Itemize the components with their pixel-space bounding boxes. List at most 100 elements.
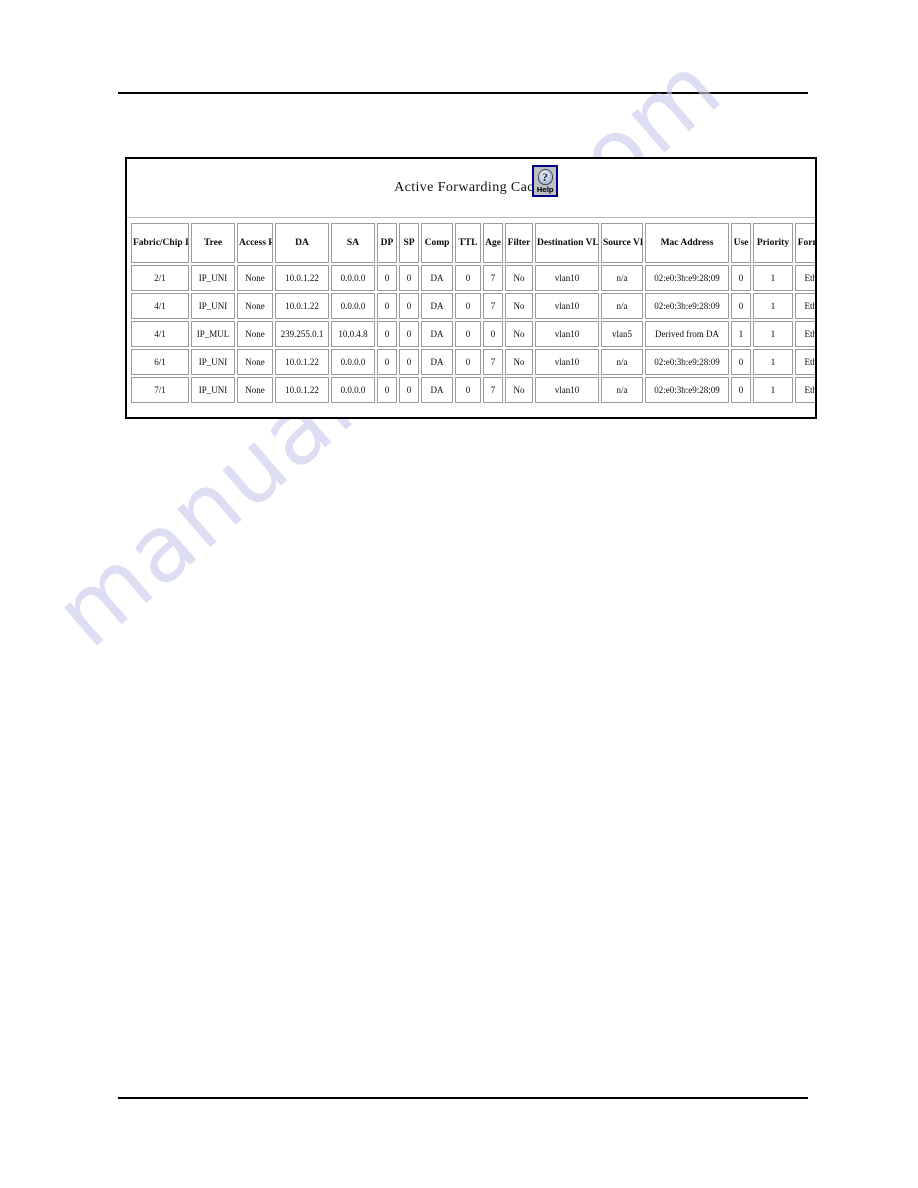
cell-mac-address: 02:e0:3b:e9:28:09 [645,349,729,375]
cell-fabric-chip-index: 6/1 [131,349,189,375]
cell-destination-vlan: vlan10 [535,377,599,403]
cell-da: 10.0.1.22 [275,377,329,403]
cell-dp: 0 [377,377,397,403]
cell-age: 7 [483,293,503,319]
cell-sa: 0.0.0.0 [331,349,375,375]
column-header-source-vlan: Source VLAN [601,223,643,263]
question-help-icon: ? [537,169,553,185]
help-button-label: Help [536,186,554,194]
cell-da: 239.255.0.1 [275,321,329,347]
cell-access-rule: None [237,377,273,403]
column-header-priority: Priority [753,223,793,263]
column-header-dp: DP [377,223,397,263]
cell-access-rule: None [237,265,273,291]
table-row[interactable]: 2/1 IP_UNI None 10.0.1.22 0.0.0.0 0 0 DA… [131,265,815,291]
cell-format: Eth2 [795,293,815,319]
cell-tree: IP_MUL [191,321,235,347]
cell-priority: 1 [753,321,793,347]
window-title-bar: Active Forwarding Cache ? Help [127,159,815,218]
cell-destination-vlan: vlan10 [535,293,599,319]
cell-filter: No [505,265,533,291]
cell-format: Eth2 [795,377,815,403]
cell-age: 0 [483,321,503,347]
cell-sp: 0 [399,293,419,319]
cell-ttl: 0 [455,377,481,403]
cell-tree: IP_UNI [191,293,235,319]
cell-age: 7 [483,377,503,403]
page-footer-rule [118,1097,808,1099]
cell-sp: 0 [399,377,419,403]
cell-ttl: 0 [455,293,481,319]
cell-access-rule: None [237,293,273,319]
help-button[interactable]: ? Help [532,165,558,197]
cell-fabric-chip-index: 4/1 [131,321,189,347]
cell-destination-vlan: vlan10 [535,321,599,347]
page-header-rule [118,92,808,94]
cell-use: 0 [731,265,751,291]
table-header-row: Fabric/Chip Index Tree Access Rule DA SA… [131,223,815,263]
cell-destination-vlan: vlan10 [535,265,599,291]
page-title: Active Forwarding Cache [394,180,548,195]
cell-dp: 0 [377,265,397,291]
cell-sp: 0 [399,321,419,347]
cell-da: 10.0.1.22 [275,265,329,291]
column-header-fabric-chip-index: Fabric/Chip Index [131,223,189,263]
forwarding-cache-table: Fabric/Chip Index Tree Access Rule DA SA… [129,221,815,405]
column-header-access-rule: Access Rule [237,223,273,263]
cell-fabric-chip-index: 7/1 [131,377,189,403]
cell-source-vlan: n/a [601,349,643,375]
cell-use: 1 [731,321,751,347]
column-header-sa: SA [331,223,375,263]
column-header-format: Format [795,223,815,263]
cell-dp: 0 [377,349,397,375]
cell-source-vlan: n/a [601,265,643,291]
cell-sp: 0 [399,265,419,291]
cell-dp: 0 [377,321,397,347]
cell-comp: DA [421,265,453,291]
column-header-destination-vlan: Destination VLAN [535,223,599,263]
cell-priority: 1 [753,293,793,319]
cell-sp: 0 [399,349,419,375]
cell-destination-vlan: vlan10 [535,349,599,375]
cell-comp: DA [421,321,453,347]
cell-use: 0 [731,293,751,319]
cell-fabric-chip-index: 4/1 [131,293,189,319]
cell-use: 0 [731,377,751,403]
column-header-tree: Tree [191,223,235,263]
cell-priority: 1 [753,349,793,375]
cell-tree: IP_UNI [191,265,235,291]
column-header-da: DA [275,223,329,263]
cell-sa: 0.0.0.0 [331,377,375,403]
cell-source-vlan: n/a [601,377,643,403]
column-header-comp: Comp [421,223,453,263]
cell-age: 7 [483,265,503,291]
column-header-ttl: TTL [455,223,481,263]
cell-mac-address: 02:e0:3b:e9:28:09 [645,265,729,291]
column-header-age: Age [483,223,503,263]
cell-fabric-chip-index: 2/1 [131,265,189,291]
cell-filter: No [505,321,533,347]
cell-tree: IP_UNI [191,349,235,375]
cell-filter: No [505,293,533,319]
column-header-sp: SP [399,223,419,263]
cell-priority: 1 [753,265,793,291]
table-row[interactable]: 4/1 IP_UNI None 10.0.1.22 0.0.0.0 0 0 DA… [131,293,815,319]
cell-format: Eth2 [795,265,815,291]
cell-mac-address: 02:e0:3b:e9:28:09 [645,377,729,403]
cell-sa: 10.0.4.8 [331,321,375,347]
cell-access-rule: None [237,321,273,347]
cell-comp: DA [421,349,453,375]
table-row[interactable]: 6/1 IP_UNI None 10.0.1.22 0.0.0.0 0 0 DA… [131,349,815,375]
column-header-use: Use [731,223,751,263]
cell-ttl: 0 [455,349,481,375]
column-header-filter: Filter [505,223,533,263]
cell-sa: 0.0.0.0 [331,265,375,291]
cell-priority: 1 [753,377,793,403]
cell-da: 10.0.1.22 [275,293,329,319]
cell-source-vlan: vlan5 [601,321,643,347]
forwarding-cache-table-container: Fabric/Chip Index Tree Access Rule DA SA… [127,218,815,405]
table-row[interactable]: 4/1 IP_MUL None 239.255.0.1 10.0.4.8 0 0… [131,321,815,347]
cell-ttl: 0 [455,321,481,347]
table-row[interactable]: 7/1 IP_UNI None 10.0.1.22 0.0.0.0 0 0 DA… [131,377,815,403]
cell-format: Eth2 [795,349,815,375]
